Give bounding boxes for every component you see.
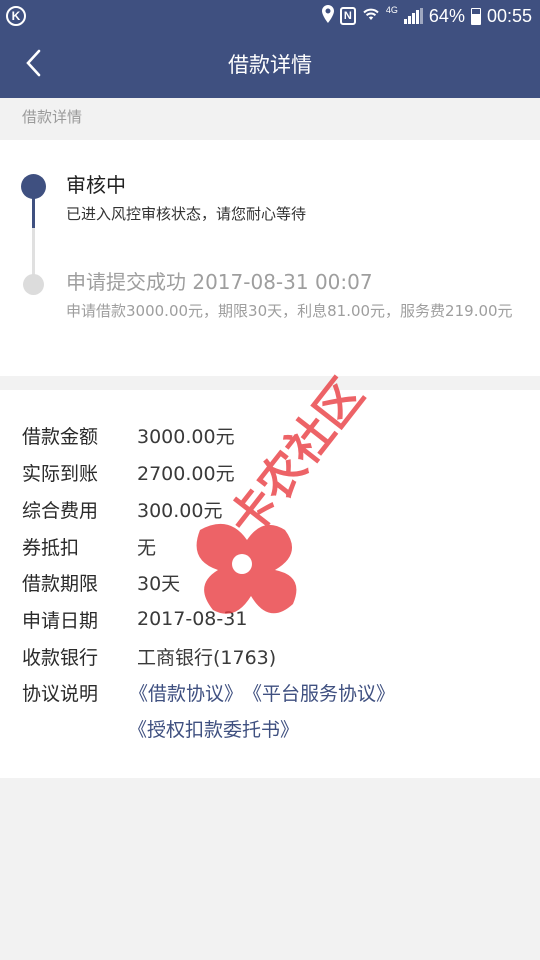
detail-row-total-fees: 综合费用 300.00元 bbox=[22, 494, 222, 524]
wifi-icon bbox=[362, 6, 380, 27]
detail-label: 借款金额 bbox=[22, 425, 99, 448]
detail-label: 实际到账 bbox=[22, 462, 99, 485]
timeline-line-inactive bbox=[32, 228, 35, 278]
location-icon bbox=[321, 4, 334, 28]
app-header: 借款详情 bbox=[0, 32, 540, 98]
section-label: 借款详情 bbox=[22, 108, 83, 126]
detail-value: 300.00元 bbox=[137, 499, 223, 522]
status-bar-left: K bbox=[6, 6, 26, 26]
loan-details-card: 借款金额 3000.00元 实际到账 2700.00元 综合费用 300.00元… bbox=[0, 390, 540, 778]
detail-label: 券抵扣 bbox=[22, 536, 80, 559]
detail-row-application-date: 申请日期 2017-08-31 bbox=[22, 604, 247, 634]
network-type-label: 4G bbox=[385, 5, 398, 15]
battery-percent: 64% bbox=[428, 5, 465, 26]
status-step-current-desc: 已进入风控审核状态，请您耐心等待 bbox=[66, 205, 307, 223]
detail-value: 30天 bbox=[137, 572, 181, 595]
detail-row-loan-term: 借款期限 30天 bbox=[22, 567, 180, 597]
nfc-icon: N bbox=[339, 7, 356, 25]
loan-status-card: 审核中 已进入风控审核状态，请您耐心等待 申请提交成功 2017-08-31 0… bbox=[0, 140, 540, 376]
clock: 00:55 bbox=[486, 5, 532, 26]
status-step-submitted-title: 申请提交成功 2017-08-31 00:07 bbox=[66, 270, 373, 294]
detail-label: 收款银行 bbox=[22, 646, 99, 669]
detail-row-coupon-deduction: 券抵扣 无 bbox=[22, 531, 156, 561]
detail-value: 3000.00元 bbox=[137, 425, 235, 448]
detail-row-actual-received: 实际到账 2700.00元 bbox=[22, 457, 235, 487]
loan-agreement-link[interactable]: 《借款协议》 bbox=[129, 679, 243, 706]
status-step-submitted-desc: 申请借款3000.00元，期限30天，利息81.00元，服务费219.00元 bbox=[66, 302, 513, 320]
battery-icon bbox=[470, 7, 481, 25]
timeline-dot-previous bbox=[23, 274, 44, 295]
timeline-dot-current bbox=[21, 174, 46, 199]
detail-row-receiving-bank: 收款银行 工商银行(1763) bbox=[22, 641, 276, 671]
status-bar-right: N 4G 64% 00:55 bbox=[321, 4, 532, 28]
status-bar: K N 4G 64% 00:55 bbox=[0, 0, 540, 32]
app-notification-icon: K bbox=[6, 6, 26, 26]
detail-label: 协议说明 bbox=[22, 682, 99, 705]
detail-value: 2017-08-31 bbox=[137, 608, 248, 630]
detail-value: 工商银行(1763) bbox=[137, 646, 277, 669]
agreements-line-2: 《授权扣款委托书》 bbox=[128, 713, 299, 743]
status-step-current-title: 审核中 bbox=[66, 173, 126, 197]
platform-service-agreement-link[interactable]: 《平台服务协议》 bbox=[243, 679, 395, 706]
detail-row-agreements: 协议说明 《借款协议》 《平台服务协议》 bbox=[22, 677, 395, 707]
detail-label: 借款期限 bbox=[22, 572, 99, 595]
debit-authorization-link[interactable]: 《授权扣款委托书》 bbox=[128, 715, 299, 742]
detail-label: 综合费用 bbox=[22, 499, 99, 522]
detail-value: 2700.00元 bbox=[137, 462, 235, 485]
detail-row-loan-amount: 借款金额 3000.00元 bbox=[22, 420, 235, 450]
signal-icon bbox=[403, 8, 423, 24]
detail-label: 申请日期 bbox=[22, 609, 99, 632]
detail-value: 无 bbox=[137, 536, 157, 559]
page-title: 借款详情 bbox=[228, 53, 312, 77]
